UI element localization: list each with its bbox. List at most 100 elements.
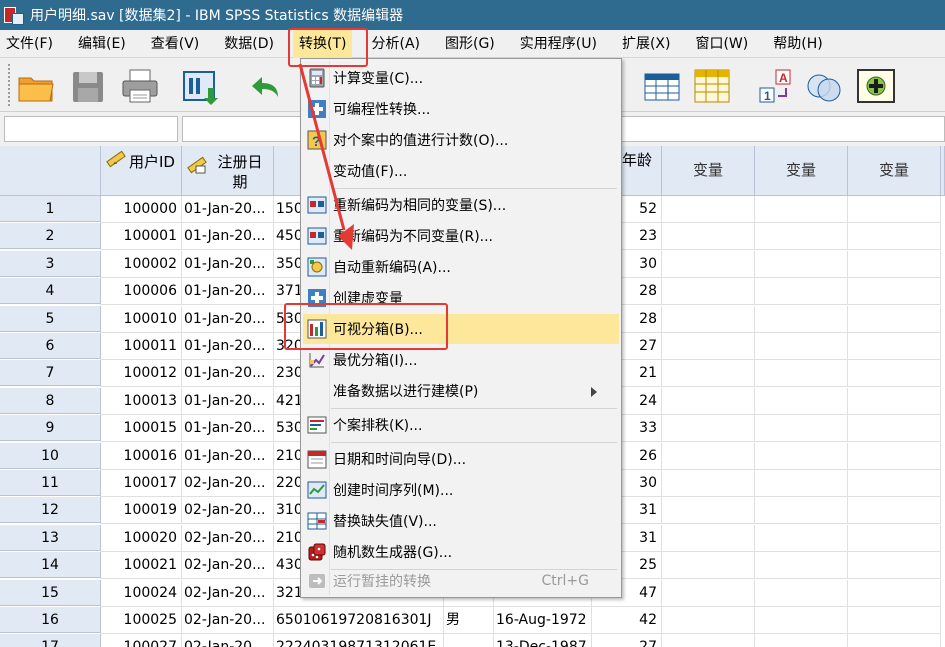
cell-register-date[interactable]: 01-Jan-20...	[182, 360, 274, 388]
cell-empty[interactable]	[848, 552, 941, 580]
cell-register-date[interactable]: 02-Jan-20...	[182, 579, 274, 607]
cell-empty[interactable]	[755, 470, 848, 497]
row-header[interactable]: 1	[0, 196, 101, 223]
cell-empty[interactable]	[848, 278, 941, 306]
cell-empty[interactable]	[662, 497, 755, 525]
add-variable-set-icon[interactable]	[856, 66, 896, 106]
cell-register-date[interactable]: 02-Jan-20...	[182, 497, 274, 525]
cell-empty[interactable]	[662, 552, 755, 580]
cell-user-id[interactable]: 100019	[101, 497, 182, 525]
column-header-register-date[interactable]: 注册日 期	[182, 146, 274, 196]
value-labels-icon[interactable]: A1	[756, 66, 796, 106]
cell-empty[interactable]	[662, 470, 755, 497]
cell-register-date[interactable]: 01-Jan-20...	[182, 223, 274, 251]
cell-empty[interactable]	[662, 607, 755, 634]
menu-item-rank-cases[interactable]: 个案排秩(K)...	[303, 410, 619, 440]
cell-register-date[interactable]: 01-Jan-20...	[182, 333, 274, 360]
cell-empty[interactable]	[848, 250, 941, 278]
menu-item-recode-different[interactable]: 重新编码为不同变量(R)...	[303, 221, 619, 251]
menu-window[interactable]: 窗口(W)	[689, 30, 754, 58]
row-header[interactable]: 5	[0, 305, 101, 333]
cell-age[interactable]: 27	[592, 634, 662, 647]
cell-empty[interactable]	[755, 552, 848, 580]
cell-register-date[interactable]: 01-Jan-20...	[182, 387, 274, 415]
menu-item-programmability-transform[interactable]: 可编程性转换...	[303, 94, 619, 124]
menu-help[interactable]: 帮助(H)	[767, 30, 828, 58]
cell-empty[interactable]	[755, 196, 848, 223]
column-header-user-id[interactable]: 用户ID	[101, 146, 182, 196]
cell-empty[interactable]	[662, 305, 755, 333]
cell-user-id[interactable]: 100015	[101, 415, 182, 443]
cell-reference-field[interactable]	[4, 116, 178, 142]
menu-data[interactable]: 数据(D)	[218, 30, 280, 58]
cell-empty[interactable]	[662, 387, 755, 415]
cell-empty[interactable]	[662, 278, 755, 306]
undo-icon[interactable]	[244, 66, 284, 106]
cell-empty[interactable]	[662, 223, 755, 251]
save-icon[interactable]	[68, 66, 108, 106]
menu-extensions[interactable]: 扩展(X)	[616, 30, 677, 58]
use-variable-sets-icon[interactable]	[804, 66, 844, 106]
cell-empty[interactable]	[848, 387, 941, 415]
menu-item-random-number-generators[interactable]: 随机数生成器(G)...	[303, 537, 619, 567]
open-folder-icon[interactable]	[16, 66, 56, 106]
menu-item-recode-same[interactable]: 重新编码为相同的变量(S)...	[303, 190, 619, 220]
cell-empty[interactable]	[755, 579, 848, 607]
cell-user-id[interactable]: 100001	[101, 223, 182, 251]
cell-register-date[interactable]: 02-Jan-20...	[182, 470, 274, 497]
cell-register-date[interactable]: 02-Jan-20...	[182, 607, 274, 634]
cell-empty[interactable]	[662, 579, 755, 607]
cell-empty[interactable]	[662, 442, 755, 470]
column-header-var[interactable]: 变量	[662, 146, 755, 196]
cell-user-id[interactable]: 100006	[101, 278, 182, 306]
cell-empty[interactable]	[848, 360, 941, 388]
cell-empty[interactable]	[755, 278, 848, 306]
row-header[interactable]: 17	[0, 634, 101, 647]
cell-user-id[interactable]: 100011	[101, 333, 182, 360]
row-header[interactable]: 14	[0, 552, 101, 580]
menu-item-visual-binning[interactable]: 可视分箱(B)...	[303, 314, 619, 344]
menu-item-optimal-binning[interactable]: 最优分箱(I)...	[303, 345, 619, 375]
cell-empty[interactable]	[848, 607, 941, 634]
cell-user-id[interactable]: 100021	[101, 552, 182, 580]
cell-age[interactable]: 42	[592, 607, 662, 634]
cell-empty[interactable]	[848, 579, 941, 607]
menu-item-shift-values[interactable]: 变动值(F)...	[303, 156, 619, 186]
cell-user-id[interactable]: 100000	[101, 196, 182, 223]
cell-empty[interactable]	[662, 415, 755, 443]
cell-empty[interactable]	[755, 387, 848, 415]
go-to-case-icon[interactable]	[642, 66, 682, 106]
cell-empty[interactable]	[848, 497, 941, 525]
cell-register-date[interactable]: 01-Jan-20...	[182, 250, 274, 278]
cell-user-id[interactable]: 100013	[101, 387, 182, 415]
cell-empty[interactable]	[755, 634, 848, 647]
cell-empty[interactable]	[848, 196, 941, 223]
cell-empty[interactable]	[755, 524, 848, 552]
menu-item-prepare-data-for-modeling[interactable]: 准备数据以进行建模(P)	[303, 376, 619, 406]
cell-empty[interactable]	[848, 524, 941, 552]
cell-empty[interactable]	[662, 524, 755, 552]
cell-empty[interactable]	[848, 223, 941, 251]
row-header[interactable]: 16	[0, 607, 101, 634]
cell-register-date[interactable]: 01-Jan-20...	[182, 196, 274, 223]
cell-register-date[interactable]: 02-Jan-20...	[182, 524, 274, 552]
grid-corner[interactable]	[0, 146, 101, 196]
menu-item-count-values[interactable]: ? 对个案中的值进行计数(O)...	[303, 125, 619, 155]
cell-user-id[interactable]: 100010	[101, 305, 182, 333]
cell-empty[interactable]	[662, 360, 755, 388]
toolbar-grip[interactable]	[8, 64, 12, 106]
cell-register-date[interactable]: 01-Jan-20...	[182, 415, 274, 443]
menu-item-run-pending-transforms[interactable]: 运行暂挂的转换 Ctrl+G	[303, 566, 619, 596]
cell-register-date[interactable]: 01-Jan-20...	[182, 305, 274, 333]
row-header[interactable]: 12	[0, 497, 101, 525]
cell-value[interactable]: 65010619720816301J	[274, 607, 444, 634]
cell-empty[interactable]	[755, 305, 848, 333]
cell-register-date[interactable]: 01-Jan-20...	[182, 442, 274, 470]
menu-file[interactable]: 文件(F)	[0, 30, 59, 58]
cell-user-id[interactable]: 100012	[101, 360, 182, 388]
row-header[interactable]: 9	[0, 415, 101, 443]
cell-empty[interactable]	[848, 305, 941, 333]
cell-gender[interactable]: 男	[444, 607, 494, 634]
menu-edit[interactable]: 编辑(E)	[72, 30, 132, 58]
row-header[interactable]: 3	[0, 250, 101, 278]
